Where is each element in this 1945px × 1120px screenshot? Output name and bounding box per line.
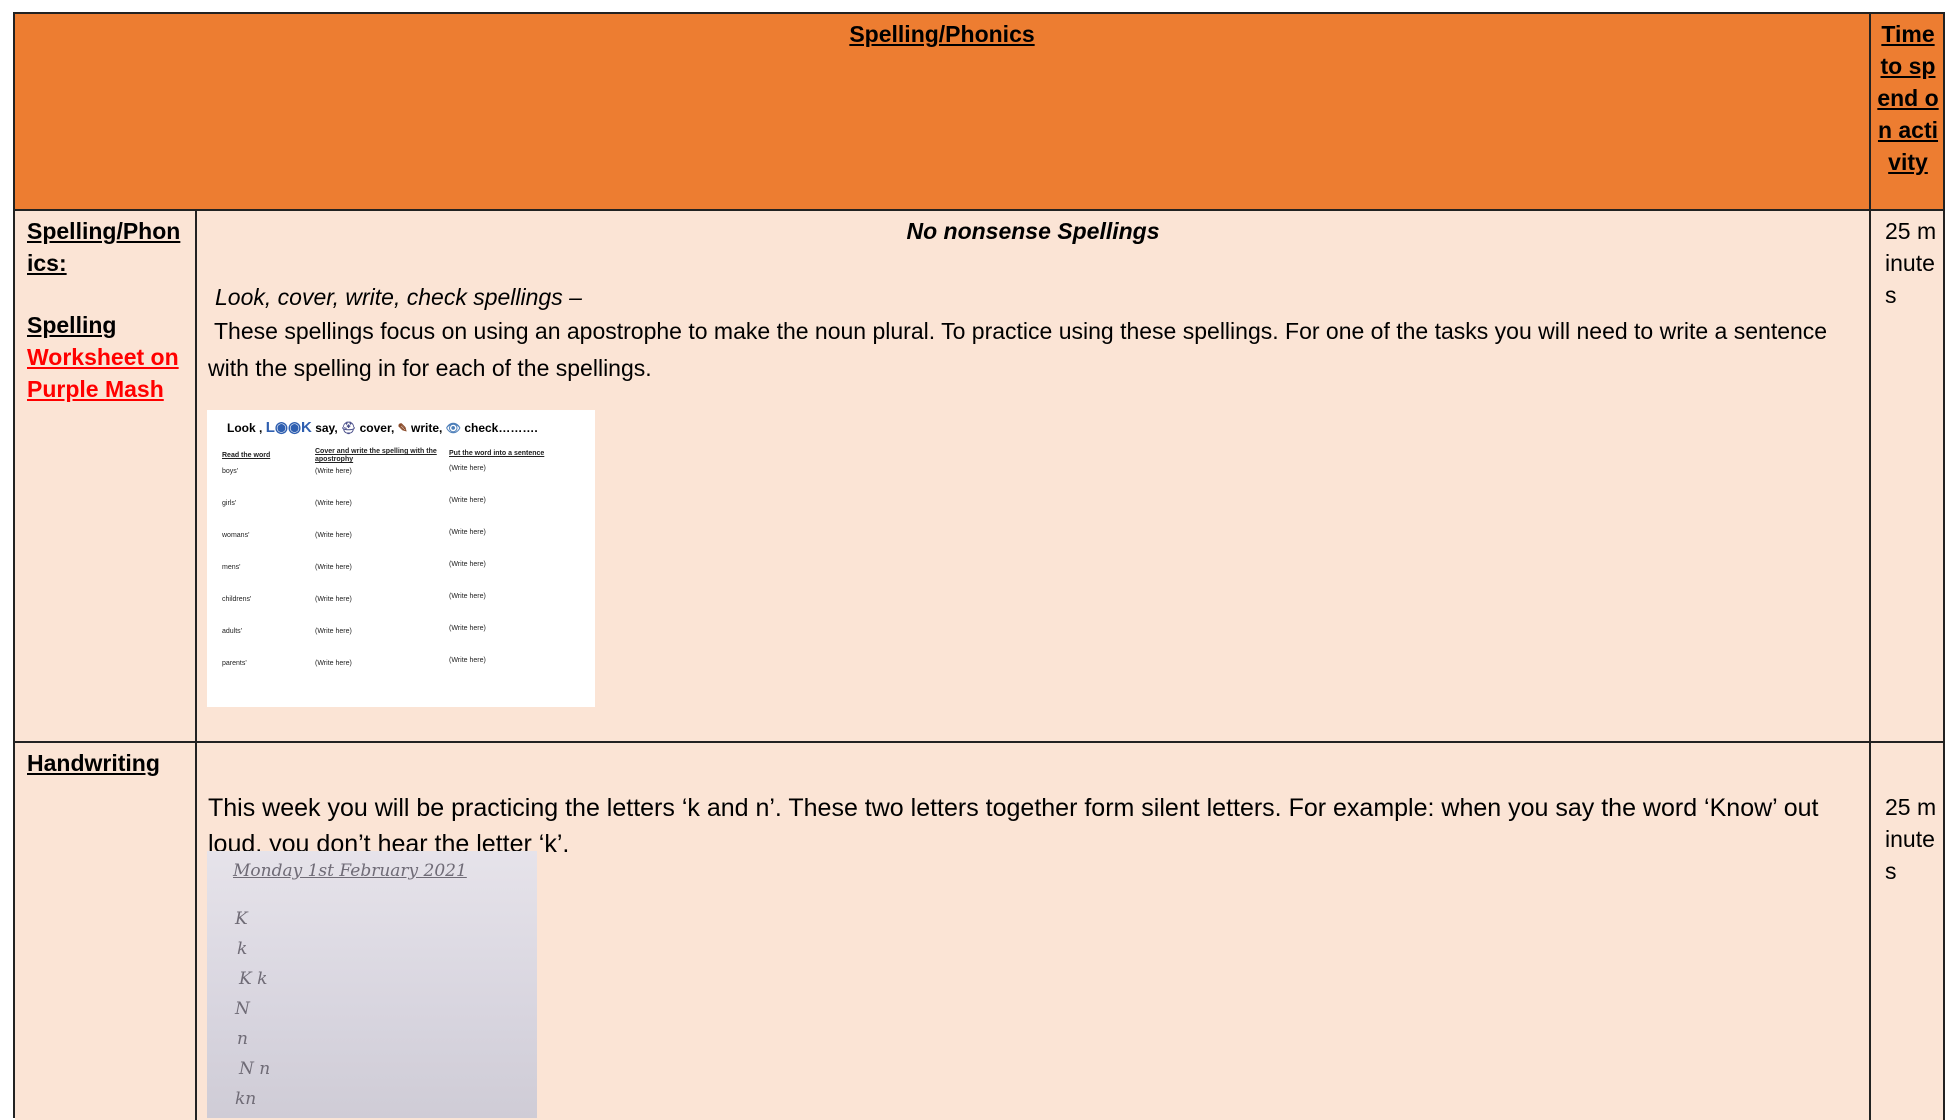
row2-time-cell: 25 minutes — [1871, 743, 1945, 1120]
ws-cover-placeholder: (Write here) — [315, 596, 352, 603]
ws-col1: Read the word — [222, 452, 271, 459]
row1-left-cell: Spelling/Phonics: Spelling Worksheet on … — [15, 211, 197, 743]
ws-col3: Put the word into a sentence — [449, 450, 545, 457]
ws-cover-placeholder: (Write here) — [315, 564, 352, 571]
row1-heading: Spelling/Phonics: — [27, 218, 181, 276]
handwriting-line: N — [235, 999, 250, 1019]
handwriting-line: K — [235, 909, 248, 929]
check-eye-icon: 👁 — [445, 421, 461, 435]
handwriting-line: K k — [239, 969, 268, 989]
row2-heading: Handwriting — [27, 750, 160, 776]
look-eyes-icon: L◉◉K — [265, 419, 312, 436]
handwriting-line: kn — [235, 1089, 257, 1109]
purple-mash-link[interactable]: Worksheet on Purple Mash — [15, 341, 195, 405]
cover-hat-icon: ⛑ — [341, 421, 357, 435]
ws-cover-placeholder: (Write here) — [315, 532, 352, 539]
write-pen-icon: ✎ — [397, 421, 408, 435]
ws-cover-placeholder: (Write here) — [315, 500, 352, 507]
handwriting-line: N n — [239, 1059, 271, 1079]
ws-cover-placeholder: (Write here) — [315, 660, 352, 667]
instruction-italic: Look, cover, write, check spellings – — [215, 284, 582, 310]
ws-word: girls' — [222, 500, 237, 507]
ws-sentence-placeholder: (Write here) — [449, 561, 486, 568]
handwriting-date: Monday 1st February 2021 — [233, 861, 467, 881]
ws-word: childrens' — [222, 596, 252, 603]
header-title-cell: Spelling/Phonics — [15, 14, 1871, 211]
ws-word: boys' — [222, 468, 239, 475]
worksheet-image: Look , L◉◉K say, ⛑ cover, ✎ write, 👁 che… — [207, 410, 595, 707]
row1-sub: Spelling — [27, 312, 117, 338]
header-title: Spelling/Phonics — [849, 21, 1035, 47]
header-time-cell: Time to spend on activity — [1871, 14, 1945, 211]
ws-sentence-placeholder: (Write here) — [449, 529, 486, 536]
row2-time: 25 minutes — [1885, 794, 1937, 884]
ws-word: adults' — [222, 628, 243, 635]
row1-time: 25 minutes — [1885, 218, 1937, 308]
ws-word: mens' — [222, 564, 241, 571]
handwriting-line: n — [237, 1029, 248, 1049]
ws-cover-placeholder: (Write here) — [315, 628, 352, 635]
ws-cover-placeholder: (Write here) — [315, 468, 352, 475]
row1-time-cell: 25 minutes — [1871, 211, 1945, 743]
worksheet-title: Look , L◉◉K say, ⛑ cover, ✎ write, 👁 che… — [227, 419, 538, 436]
ws-sentence-placeholder: (Write here) — [449, 625, 486, 632]
handwriting-line: k — [237, 939, 248, 959]
ws-word: parents' — [222, 660, 247, 667]
row2-body: This week you will be practicing the let… — [208, 794, 1819, 858]
ws-word: womans' — [222, 532, 250, 539]
header-time: Time to spend on activity — [1877, 21, 1939, 175]
instruction-body: These spellings focus on using an apostr… — [208, 318, 1828, 381]
row1-center-title: No nonsense Spellings — [906, 218, 1160, 244]
ws-sentence-placeholder: (Write here) — [449, 465, 486, 472]
ws-col2: Cover and write the spelling with the ap… — [315, 448, 437, 463]
ws-sentence-placeholder: (Write here) — [449, 657, 486, 664]
ws-sentence-placeholder: (Write here) — [449, 497, 486, 504]
ws-sentence-placeholder: (Write here) — [449, 593, 486, 600]
handwriting-image: Monday 1st February 2021 Kk K k Nn N n kn — [207, 851, 537, 1118]
row2-left-cell: Handwriting — [15, 743, 197, 1120]
